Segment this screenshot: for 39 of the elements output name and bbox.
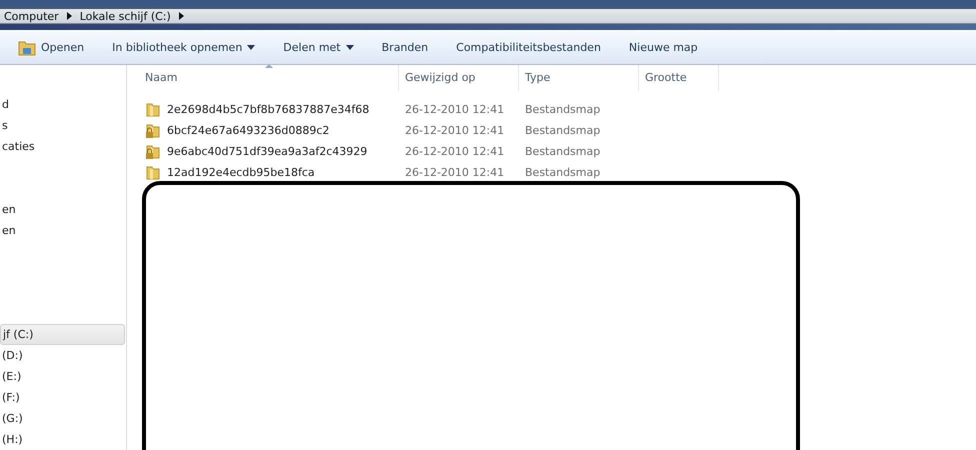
- sidebar-item[interactable]: (D:): [0, 345, 125, 366]
- toolbar-button[interactable]: Nieuwe map: [622, 37, 704, 58]
- toolbar-button[interactable]: Compatibiliteitsbestanden: [450, 37, 607, 58]
- column-header[interactable]: Gewijzigd op: [399, 65, 519, 91]
- breadcrumb[interactable]: Computer: [4, 10, 59, 23]
- sort-arrow-icon: [265, 65, 273, 68]
- sidebar-item[interactable]: d: [0, 94, 125, 115]
- file-name[interactable]: 12ad192e4ecdb95be18fca: [167, 166, 315, 179]
- table-cell-text: Bestandsmap: [524, 124, 602, 137]
- toolbar-button[interactable]: In bibliotheek opnemen: [106, 37, 262, 58]
- table-cell-text: 26-12-2010 12:41: [404, 145, 506, 158]
- toolbar-button[interactable]: Openen: [12, 36, 90, 60]
- sidebar-item[interactable]: caties: [0, 136, 125, 157]
- caret-icon: [346, 45, 354, 50]
- sidebar-item[interactable]: en: [0, 220, 125, 241]
- breadcrumb[interactable]: Lokale schijf (C:): [80, 10, 171, 23]
- toolbar-button[interactable]: Delen met: [277, 37, 360, 58]
- column-header[interactable]: Grootte: [639, 65, 719, 91]
- folder-icon: [18, 40, 36, 56]
- sidebar-item[interactable]: (F:): [0, 387, 125, 408]
- table-cell-text: 26-12-2010 12:41: [404, 103, 506, 116]
- table-cell-text: 26-12-2010 12:41: [404, 124, 506, 137]
- sidebar-item[interactable]: (E:): [0, 366, 125, 387]
- column-header[interactable]: Type: [519, 65, 639, 91]
- toolbar-button[interactable]: Branden: [376, 37, 434, 58]
- file-name[interactable]: 2e2698d4b5c7bf8b76837887e34f68: [167, 103, 370, 116]
- sidebar-item[interactable]: (G:): [0, 408, 125, 429]
- sidebar-item[interactable]: s: [0, 115, 125, 136]
- sidebar-item[interactable]: jf (C:): [0, 324, 125, 345]
- table-cell-text: 26-12-2010 12:41: [404, 166, 506, 179]
- table-cell-text: Bestandsmap: [524, 145, 602, 158]
- column-header[interactable]: Naam: [139, 65, 399, 91]
- sidebar-item[interactable]: en: [0, 198, 125, 220]
- caret-icon: [247, 45, 256, 50]
- table-cell-text: Bestandsmap: [524, 166, 602, 179]
- sidebar-item[interactable]: (H:): [0, 429, 125, 450]
- file-name[interactable]: 6bcf24e67a6493236d0889c2: [167, 124, 330, 137]
- file-name[interactable]: 9e6abc40d751df39ea9a3af2c43929: [167, 145, 368, 158]
- table-cell-text: Bestandsmap: [524, 103, 602, 116]
